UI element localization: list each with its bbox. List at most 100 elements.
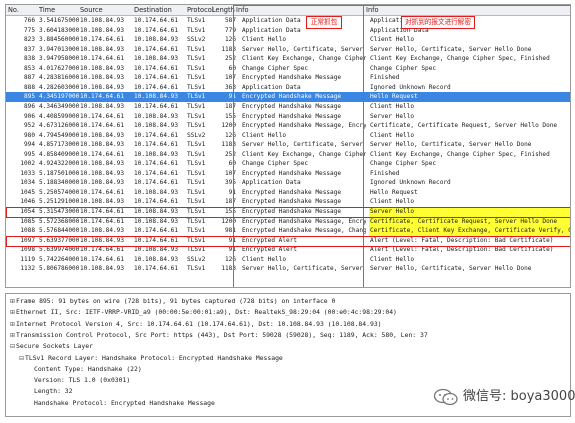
cell-src: 10.174.64.61	[80, 93, 125, 101]
expand-icon[interactable]: ⊞	[9, 319, 16, 330]
cell-info: Client Key Exchange, Change Cipher S	[242, 55, 366, 63]
wechat-icon	[433, 388, 458, 406]
cell-info: Encrypted Alert	[242, 236, 298, 244]
table-row[interactable]: 1033 5.187501000 10.108.84.93 10.174.64.61 T…	[6, 169, 570, 179]
cell-time: 4.408599000	[39, 112, 79, 120]
cell-dst: 10.174.64.61	[134, 131, 179, 139]
expand-icon[interactable]: ⊞	[9, 307, 16, 318]
cell-time: 4.794549000	[39, 131, 79, 139]
detail-line[interactable]: Content Type: Handshake (22)	[27, 364, 142, 375]
cell-info2: Server Hello, Certificate, Server Hello …	[370, 141, 532, 149]
cell-src: 10.174.64.61	[80, 150, 125, 158]
col-header-source[interactable]: Source	[80, 5, 103, 15]
cell-info: Encrypted Handshake Message, Encrypt	[242, 122, 366, 130]
cell-info: Client Hello	[242, 255, 287, 263]
col-header-info-decrypted[interactable]: Info	[366, 5, 378, 15]
detail-line[interactable]: Version: TLS 1.0 (0x0301)	[27, 375, 130, 386]
cell-dst: 10.174.64.61	[134, 160, 179, 168]
cell-src: 10.108.84.93	[80, 102, 125, 110]
table-row[interactable]: 1132 5.806786000 10.108.84.93 10.174.64.61 T…	[6, 264, 570, 274]
table-row[interactable]: 1098 5.639974000 10.174.64.61 10.108.84.93 T…	[6, 245, 570, 255]
collapse-icon[interactable]: ⊟	[9, 341, 16, 352]
table-row[interactable]: 853 4.017627000 10.108.84.93 10.174.64.61 TL…	[6, 64, 570, 74]
table-row[interactable]: 952 4.673126000 10.174.64.61 10.108.84.93 TL…	[6, 121, 570, 131]
cell-src: 10.174.64.61	[80, 208, 125, 215]
detail-line[interactable]: ⊞Frame 895: 91 bytes on wire (728 bits),…	[9, 296, 335, 307]
cell-info2: Certificate, Certificate Request, Server…	[370, 122, 558, 130]
col-header-time[interactable]: Time	[39, 5, 55, 15]
cell-time: 4.017627000	[39, 64, 79, 72]
cell-dst: 10.174.64.61	[134, 265, 179, 273]
table-row[interactable]: 888 4.282603000 10.108.84.93 10.174.64.61 TL…	[6, 83, 570, 93]
col-header-length[interactable]: Length	[212, 5, 235, 15]
table-row[interactable]: 1097 5.639377000 10.108.84.93 10.174.64.61 T…	[6, 236, 570, 246]
detail-line[interactable]: ⊞Internet Protocol Version 4, Src: 10.17…	[9, 319, 382, 330]
cell-src: 10.174.64.61	[80, 36, 125, 44]
col-header-info[interactable]: Info	[236, 5, 248, 15]
annotation-captured-label: 正常抓包	[306, 16, 342, 29]
col-header-no[interactable]: No.	[8, 5, 19, 15]
table-row[interactable]: 980 4.794549000 10.108.84.93 10.174.64.61 SS…	[6, 131, 570, 141]
cell-dst: 10.108.84.93	[134, 122, 179, 130]
cell-time: 3.947013000	[39, 45, 79, 53]
table-row[interactable]: 895 4.345197000 10.174.64.61 10.108.84.93 TL…	[6, 92, 570, 102]
table-row[interactable]: 775 3.604183000 10.108.84.93 10.174.64.61 TL…	[6, 26, 570, 36]
cell-no: 1034	[20, 179, 35, 187]
cell-time: 4.858409000	[39, 150, 79, 158]
cell-time: 3.604183000	[39, 26, 79, 34]
cell-proto: TLSv1	[187, 112, 206, 120]
cell-info2: Ignored Unknown Record	[370, 179, 451, 187]
expand-icon[interactable]: ⊞	[9, 330, 16, 341]
detail-line[interactable]: ⊞Transmission Control Protocol, Src Port…	[9, 330, 428, 341]
table-row[interactable]: 995 4.858409000 10.174.64.61 10.108.84.93 TL…	[6, 150, 570, 160]
packet-list[interactable]: No. Time Source Destination Protocol Len…	[5, 4, 571, 288]
cell-info2: Client Hello	[370, 255, 415, 263]
table-row[interactable]: 896 4.346349000 10.108.84.93 10.174.64.61 TL…	[6, 102, 570, 112]
expand-icon[interactable]: ⊞	[9, 296, 16, 307]
cell-proto: TLSv1	[187, 198, 206, 206]
cell-dst: 10.108.84.93	[134, 208, 179, 215]
cell-src: 10.174.64.61	[80, 112, 125, 120]
cell-dst: 10.174.64.61	[134, 198, 179, 206]
table-row[interactable]: 1054 5.315473000 10.174.64.61 10.108.84.93 T…	[6, 207, 570, 217]
cell-info: Client Hello	[242, 36, 287, 44]
detail-line[interactable]: Length: 32	[27, 386, 72, 397]
cell-src: 10.108.84.93	[80, 45, 125, 53]
cell-proto: TLSv1	[187, 217, 206, 225]
collapse-icon[interactable]: ⊟	[18, 353, 25, 364]
detail-line[interactable]: ⊟Secure Sockets Layer	[9, 341, 93, 352]
table-row[interactable]: 838 3.947958000 10.174.64.61 10.108.84.93 TL…	[6, 54, 570, 64]
detail-line[interactable]: ⊞Ethernet II, Src: IETF-VRRP-VRID_a9 (00…	[9, 307, 397, 318]
cell-src: 10.108.84.93	[80, 236, 125, 244]
table-row[interactable]: 1046 5.251291000 10.108.84.93 10.174.64.61 T…	[6, 197, 570, 207]
table-row[interactable]: 1085 5.572368000 10.174.64.61 10.108.84.93 T…	[6, 216, 570, 227]
detail-text: Length: 32	[34, 387, 73, 396]
cell-dst: 10.108.84.93	[134, 55, 179, 63]
cell-dst: 10.108.84.93	[134, 36, 179, 44]
cell-info2: Finished	[370, 169, 400, 177]
cell-no: 1097	[20, 236, 35, 244]
table-row[interactable]: 1119 5.742264000 10.174.64.61 10.108.84.93 S…	[6, 255, 570, 265]
table-row[interactable]: 837 3.947013000 10.108.84.93 10.174.64.61 TL…	[6, 45, 570, 55]
table-row[interactable]: 1002 4.924322000 10.108.84.93 10.174.64.61 T…	[6, 159, 570, 169]
table-row[interactable]: 766 3.541675000 10.108.84.93 10.174.64.61 TL…	[6, 16, 570, 26]
cell-src: 10.108.84.93	[80, 83, 125, 91]
col-header-protocol[interactable]: Protocol	[187, 5, 214, 15]
col-header-destination[interactable]: Destination	[134, 5, 172, 15]
table-row[interactable]: 887 4.283816000 10.108.84.93 10.174.64.61 TL…	[6, 73, 570, 83]
cell-proto: SSLv2	[187, 255, 206, 263]
detail-text: Transmission Control Protocol, Src Port:…	[16, 330, 428, 339]
detail-line[interactable]: ⊟TLSv1 Record Layer: Handshake Protocol:…	[18, 353, 283, 364]
cell-no: 952	[23, 122, 35, 130]
table-row[interactable]: 823 3.884560000 10.174.64.61 10.108.84.93 SS…	[6, 35, 570, 45]
table-row[interactable]: 1034 5.188340000 10.108.84.93 10.174.64.61 T…	[6, 178, 570, 188]
table-row[interactable]: 906 4.408599000 10.174.64.61 10.108.84.93 TL…	[6, 112, 570, 122]
table-row[interactable]: 1045 5.250574000 10.174.64.61 10.108.84.93 T…	[6, 188, 570, 198]
cell-info2: Client Hello	[370, 102, 415, 110]
table-row[interactable]: 994 4.857173000 10.108.84.93 10.174.64.61 TL…	[6, 140, 570, 150]
detail-text: Version: TLS 1.0 (0x0301)	[34, 376, 131, 385]
detail-line[interactable]: Handshake Protocol: Encrypted Handshake …	[27, 398, 215, 409]
table-row[interactable]: 1088 5.576844000 10.108.84.93 10.174.64.61 T…	[6, 226, 570, 236]
cell-no: 1098	[20, 246, 35, 254]
cell-info: Encrypted Handshake Message, Change	[242, 227, 366, 235]
